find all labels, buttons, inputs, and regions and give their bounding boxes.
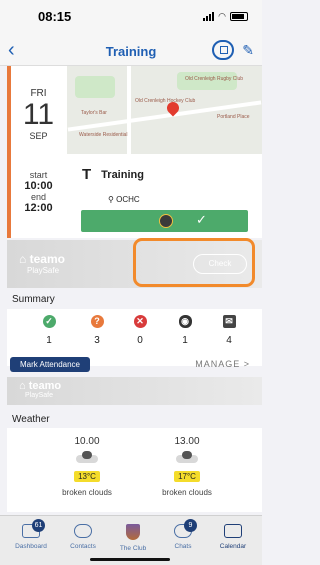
dashboard-badge: 61 (32, 519, 45, 532)
teamo-banner-secondary[interactable]: ⌂ teamo PlaySafe (7, 377, 262, 405)
tab-label: Calendar (219, 543, 247, 550)
highlight-outline (133, 238, 255, 287)
declined-count[interactable]: ✕ 0 (125, 315, 155, 346)
messages-value: 4 (226, 335, 232, 346)
event-chat-icon[interactable] (212, 40, 234, 60)
teamo-brand: teamo (29, 252, 65, 266)
map-road (127, 66, 131, 154)
tab-the-club[interactable]: The Club (108, 524, 158, 552)
event-card: FRI 11 SEP start 10:00 end 12:00 Old Cre… (7, 66, 262, 238)
weather-temp: 17°C (174, 471, 200, 482)
tab-label: Dashboard (15, 543, 47, 550)
check-icon: ✓ (42, 315, 56, 328)
tab-calendar[interactable]: Calendar (208, 524, 258, 550)
teamo-brand: teamo (28, 380, 62, 392)
tab-label: The Club (119, 545, 147, 552)
map-label: Portland Place (217, 114, 250, 120)
maybe-value: 3 (94, 335, 100, 346)
status-bar: 08:15 ◠ (0, 0, 262, 36)
avatar (159, 214, 173, 228)
club-crest-icon (126, 524, 140, 540)
eye-icon: ◉ (178, 315, 192, 328)
weather-item: 13.00 17°C broken clouds (147, 436, 227, 497)
mark-attendance-button[interactable]: Mark Attendance (10, 357, 90, 372)
map-label: Taylor's Bar (81, 110, 107, 116)
event-date: FRI 11 SEP (11, 76, 66, 141)
tab-dashboard[interactable]: 61 Dashboard (6, 519, 56, 550)
event-title-row: T Training (82, 166, 144, 183)
start-time: 10:00 (24, 180, 53, 192)
status-icons: ◠ (203, 11, 248, 22)
chats-badge: 9 (184, 519, 197, 532)
summary-title: Summary (12, 294, 55, 305)
event-club-name: OCHC (116, 195, 140, 204)
contacts-icon (74, 524, 92, 538)
weather-desc: broken clouds (62, 488, 112, 497)
declined-value: 0 (137, 335, 143, 346)
weather-temp: 13°C (74, 471, 100, 482)
maybe-count[interactable]: ? 3 (82, 315, 112, 346)
location-map[interactable]: Old Crenleigh Rugby Club Old Crenleigh H… (67, 66, 262, 154)
teamo-logo-icon: ⌂ (19, 252, 27, 266)
edit-pencil-icon[interactable]: ✎ (242, 42, 254, 59)
teamo-subtitle: PlaySafe (25, 392, 54, 399)
teamo-logo: ⌂ teamo (19, 380, 61, 392)
wifi-icon: ◠ (218, 11, 226, 21)
signal-icon (203, 12, 215, 21)
going-count[interactable]: ✓ 1 (34, 315, 64, 346)
map-label: Waterside Residential (79, 132, 128, 138)
going-value: 1 (46, 335, 52, 346)
weather-item: 10.00 13°C broken clouds (47, 436, 127, 497)
messages-count[interactable]: ✉ 4 (214, 315, 244, 346)
weather-time: 13.00 (174, 436, 200, 447)
cross-icon: ✕ (133, 315, 147, 328)
envelope-icon: ✉ (222, 315, 236, 328)
event-name: Training (101, 168, 144, 181)
location-pin-icon: ⚲ (108, 195, 114, 204)
teamo-subtitle: PlaySafe (27, 266, 60, 275)
seen-count[interactable]: ◉ 1 (170, 315, 200, 346)
attendance-confirm-bar[interactable]: ✓ (81, 210, 248, 232)
teamo-logo: ⌂ teamo (19, 252, 65, 266)
event-times: start 10:00 end 12:00 (11, 170, 66, 214)
broken-clouds-icon (76, 451, 98, 463)
tab-chats[interactable]: 9 Chats (158, 519, 208, 550)
status-time: 08:15 (38, 9, 72, 24)
battery-icon (230, 12, 248, 21)
event-club: ⚲ OCHC (108, 195, 140, 204)
end-time: 12:00 (24, 202, 53, 214)
tab-label: Chats (174, 543, 192, 550)
map-park (75, 76, 115, 98)
weather-title: Weather (12, 414, 50, 425)
broken-clouds-icon (176, 451, 198, 463)
event-month: SEP (29, 131, 48, 141)
home-indicator (90, 558, 170, 561)
seen-value: 1 (182, 335, 188, 346)
nav-bar: ‹ Training ✎ (0, 36, 262, 66)
event-type-icon: T (82, 166, 92, 183)
weather-card: 10.00 13°C broken clouds 13.00 17°C brok… (7, 428, 262, 512)
event-day: 11 (22, 98, 55, 131)
tab-contacts[interactable]: Contacts (58, 524, 108, 550)
summary-card: ✓ 1 ? 3 ✕ 0 ◉ 1 ✉ 4 Mark Attendance MANA… (7, 309, 262, 372)
map-label: Old Crenleigh Hockey Club (135, 98, 196, 104)
weather-desc: broken clouds (162, 488, 212, 497)
teamo-logo-icon: ⌂ (19, 380, 26, 392)
map-label: Old Crenleigh Rugby Club (185, 76, 244, 82)
question-icon: ? (90, 315, 104, 328)
manage-link[interactable]: MANAGE > (195, 359, 250, 369)
weather-time: 10.00 (74, 436, 100, 447)
check-icon: ✓ (196, 212, 207, 227)
calendar-icon (224, 524, 242, 538)
tab-label: Contacts (70, 543, 96, 550)
